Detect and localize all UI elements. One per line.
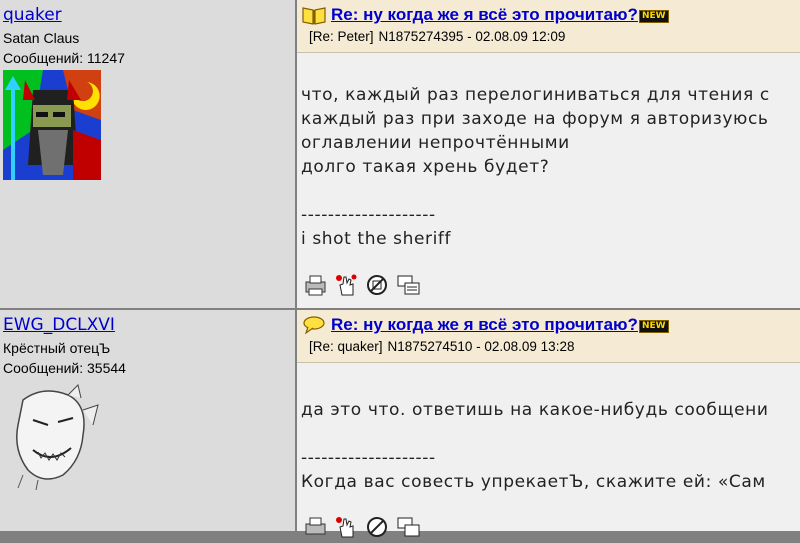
author-panel: EWG_DCLXVI Крёстный отецЪ Сообщений: 355… bbox=[0, 310, 295, 531]
body-line: долго такая хрень будет? bbox=[301, 157, 550, 177]
speech-bubble-icon bbox=[303, 316, 325, 335]
signature-separator: -------------------- bbox=[301, 205, 436, 225]
signature-separator: -------------------- bbox=[301, 448, 436, 468]
print-icon[interactable] bbox=[303, 273, 328, 297]
forum-post: EWG_DCLXVI Крёстный отецЪ Сообщений: 355… bbox=[0, 310, 800, 538]
post-actions bbox=[303, 273, 421, 297]
post-content: Re: ну когда же я всё это прочитаю? NEW [… bbox=[297, 310, 800, 538]
post-content: Re: ну когда же я всё это прочитаю? NEW [… bbox=[297, 0, 800, 308]
signature-text: i shot the sheriff bbox=[301, 229, 452, 249]
body-line: что, каждый раз перелогиниваться для чте… bbox=[301, 85, 770, 105]
user-title: Satan Claus bbox=[3, 30, 80, 46]
signature-text: Когда вас совесть упрекаетЪ, скажите ей:… bbox=[301, 472, 766, 492]
post-id: N1875274510 - 02.08.09 13:28 bbox=[387, 339, 575, 354]
block-icon[interactable] bbox=[365, 515, 390, 539]
avatar bbox=[3, 70, 101, 180]
reply-hand-icon[interactable] bbox=[334, 273, 359, 297]
post-subject-link[interactable]: Re: ну когда же я всё это прочитаю? bbox=[331, 315, 638, 334]
body-line: оглавлении непрочтёнными bbox=[301, 133, 570, 153]
post-header: Re: ну когда же я всё это прочитаю? NEW [… bbox=[297, 310, 800, 363]
new-badge: NEW bbox=[638, 320, 669, 333]
author-link[interactable]: EWG_DCLXVI bbox=[3, 315, 115, 335]
post-header: Re: ну когда же я всё это прочитаю? NEW [… bbox=[297, 0, 800, 53]
block-icon[interactable] bbox=[365, 273, 390, 297]
post-meta: [Re: quaker] N1875274510 - 02.08.09 13:28 bbox=[309, 339, 574, 354]
forum-post: quaker Satan Claus Сообщений: 11247 Re: … bbox=[0, 0, 800, 308]
post-id: N1875274395 - 02.08.09 12:09 bbox=[378, 29, 566, 44]
reply-hand-icon[interactable] bbox=[334, 515, 359, 539]
print-icon[interactable] bbox=[303, 515, 328, 539]
message-icon[interactable] bbox=[396, 273, 421, 297]
new-badge: NEW bbox=[638, 10, 669, 23]
posts-count: Сообщений: 11247 bbox=[3, 50, 125, 66]
posts-count: Сообщений: 35544 bbox=[3, 360, 126, 376]
post-actions bbox=[303, 515, 421, 539]
book-icon bbox=[302, 7, 326, 25]
post-meta: [Re: Peter] N1875274395 - 02.08.09 12:09 bbox=[309, 29, 565, 44]
post-subject-link[interactable]: Re: ну когда же я всё это прочитаю? bbox=[331, 5, 638, 24]
author-link[interactable]: quaker bbox=[3, 5, 62, 25]
post-body: да это что. ответишь на какое-нибудь соо… bbox=[301, 398, 769, 494]
body-line: каждый раз при заходе на форум я авториз… bbox=[301, 109, 769, 129]
reply-to-link[interactable]: [Re: quaker] bbox=[309, 339, 383, 354]
post-body: что, каждый раз перелогиниваться для чте… bbox=[301, 83, 770, 251]
avatar bbox=[3, 380, 101, 490]
reply-to-link[interactable]: [Re: Peter] bbox=[309, 29, 374, 44]
body-line: да это что. ответишь на какое-нибудь соо… bbox=[301, 400, 769, 420]
user-title: Крёстный отецЪ bbox=[3, 340, 111, 356]
author-panel: quaker Satan Claus Сообщений: 11247 bbox=[0, 0, 295, 308]
message-icon[interactable] bbox=[396, 515, 421, 539]
